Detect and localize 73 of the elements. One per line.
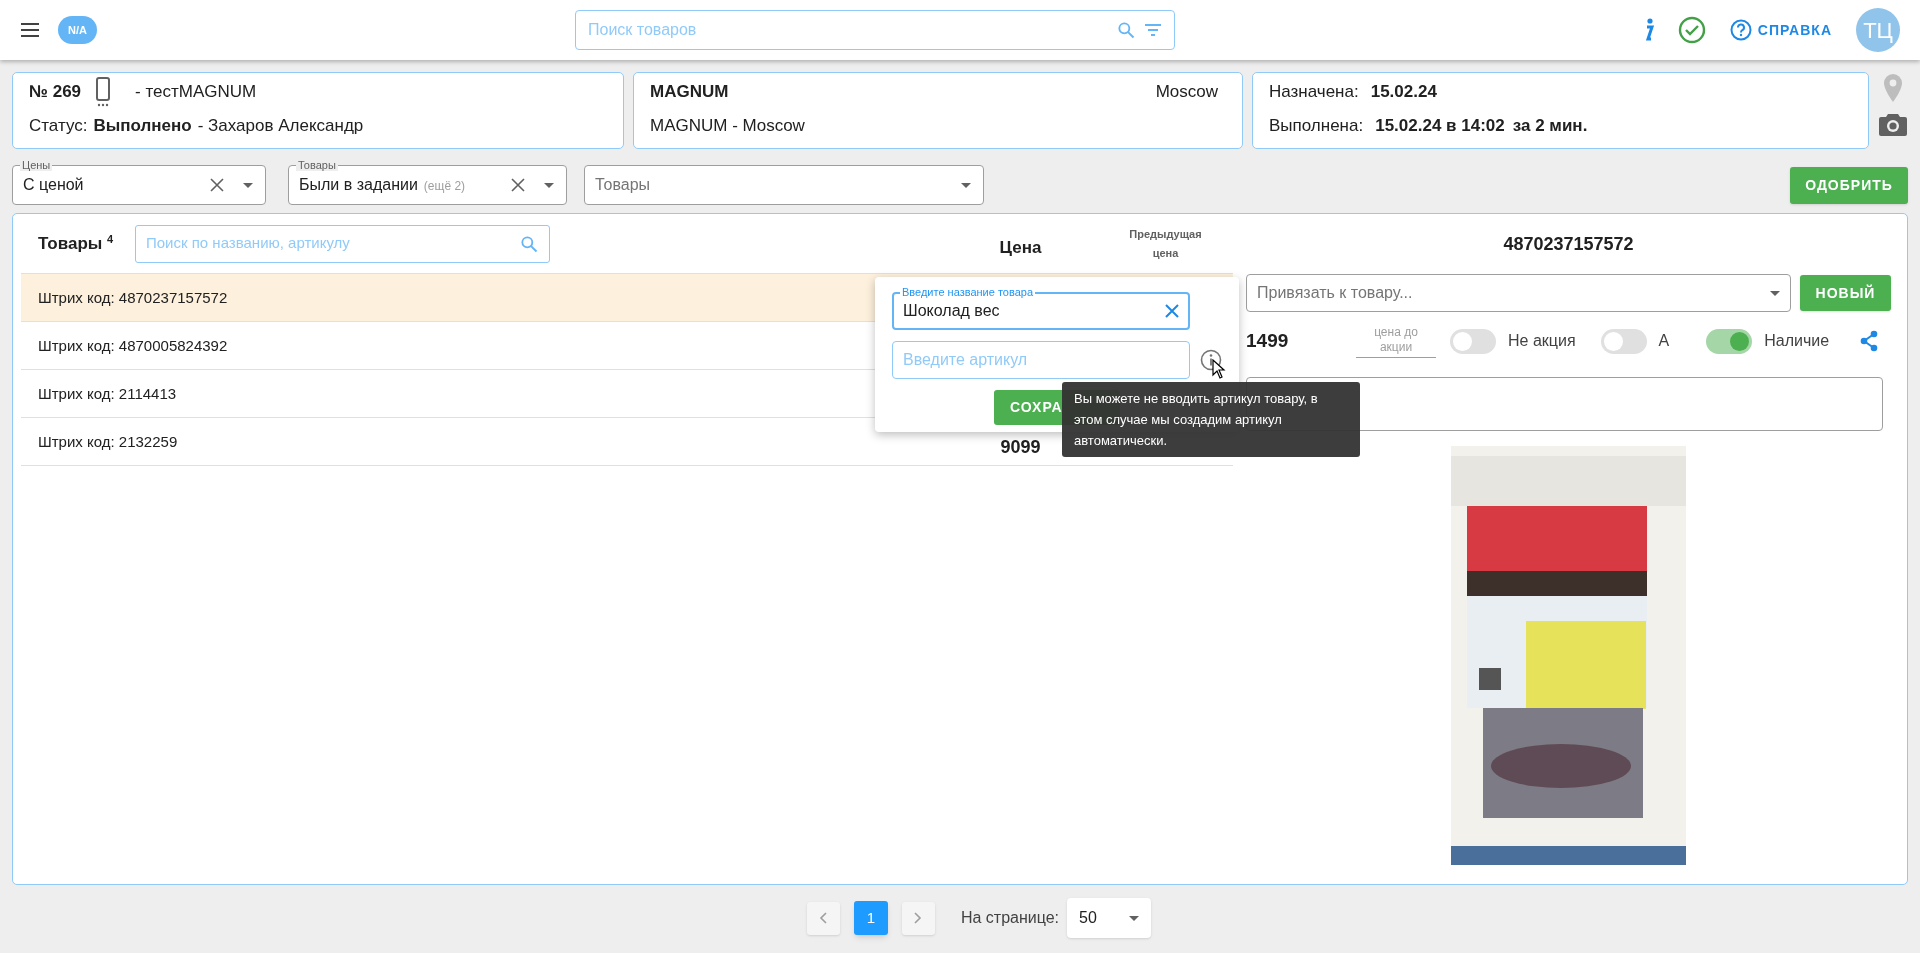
- cursor-icon: [1212, 359, 1226, 379]
- search-placeholder: Поиск по названию, артикулу: [146, 233, 351, 254]
- search-placeholder: Поиск товаров: [588, 20, 698, 40]
- dropdown-caret-icon[interactable]: [1129, 915, 1140, 921]
- new-button[interactable]: НОВЫЙ: [1800, 275, 1891, 311]
- duration: за 2 мин.: [1512, 115, 1588, 137]
- price-text: 9099: [1000, 436, 1041, 459]
- menu-icon[interactable]: [20, 23, 40, 37]
- toggle-switch[interactable]: [1450, 328, 1496, 354]
- assigned-date: 15.02.24: [1370, 81, 1437, 104]
- check-circle-icon[interactable]: [1677, 16, 1706, 44]
- share-icon[interactable]: [1859, 330, 1879, 352]
- promo-price-field[interactable]: цена до акции: [1356, 324, 1436, 358]
- column-header: Предыдущая цена: [1128, 226, 1203, 261]
- field-placeholder: Введите артикул: [903, 350, 1028, 370]
- link-product-select[interactable]: Привязать к товару...: [1246, 274, 1791, 312]
- help-button[interactable]: СПРАВКА: [1729, 19, 1832, 41]
- detail-barcode: 4870237157572: [1503, 232, 1634, 256]
- page-button[interactable]: 1: [853, 901, 888, 935]
- per-page-select[interactable]: 50: [1067, 898, 1152, 938]
- dropdown-caret-icon[interactable]: [544, 182, 554, 188]
- tooltip: Вы можете не вводить артикул товару, в этом случае мы создадим артикул автоматически.: [1062, 382, 1360, 457]
- products-title: Товары $^{4}$: [38, 232, 115, 255]
- toggle-label: Наличие: [1764, 331, 1830, 351]
- toggle-label: Не акция: [1508, 331, 1576, 351]
- search-icon[interactable]: [1116, 20, 1136, 40]
- dropdown-caret-icon[interactable]: [961, 182, 971, 188]
- field-value: Шоколад вес: [903, 301, 1001, 321]
- clear-icon[interactable]: [510, 177, 526, 193]
- column-header: Цена: [999, 236, 1042, 259]
- info-circle-icon[interactable]: [1200, 349, 1222, 371]
- status-value: Выполнено: [93, 115, 192, 137]
- filter-select[interactable]: Товары: [584, 165, 984, 205]
- filter-value: Были в задании: [299, 175, 418, 195]
- toggle-label: А: [1658, 331, 1670, 351]
- per-page-label: На странице:: [960, 908, 1060, 928]
- filter-icon[interactable]: [1144, 23, 1162, 37]
- toggle-switch[interactable]: [1600, 328, 1647, 354]
- search-icon[interactable]: [519, 233, 539, 254]
- chevron-right-icon[interactable]: [914, 912, 923, 924]
- store-name: MAGNUM: [650, 81, 729, 104]
- phone-icon: [95, 77, 112, 107]
- store-city: Moscow: [1155, 81, 1219, 104]
- assigned-label: Назначена:: [1269, 81, 1359, 104]
- task-device: - тестMAGNUM: [135, 81, 257, 104]
- clear-icon[interactable]: [209, 177, 225, 193]
- toggle-switch[interactable]: [1706, 328, 1753, 354]
- chevron-left-icon[interactable]: [819, 912, 828, 924]
- status-label: Статус:: [29, 115, 88, 137]
- approve-button[interactable]: ОДОБРИТЬ: [1790, 166, 1908, 204]
- done-date: 15.02.24 в 14:02: [1375, 115, 1505, 137]
- status-badge: N/A: [58, 15, 97, 45]
- filter-extra: (ещё 2): [423, 178, 466, 195]
- dropdown-caret-icon[interactable]: [1770, 290, 1780, 296]
- camera-icon[interactable]: [1879, 112, 1907, 136]
- barcode-text: Штрих код: 2132259: [38, 432, 178, 450]
- detail-price: 1499: [1246, 328, 1290, 353]
- barcode-text: Штрих код: 4870005824392: [38, 336, 228, 354]
- filter-value: С ценой: [23, 175, 84, 195]
- done-label: Выполнена:: [1269, 115, 1364, 137]
- filter-label: Товары: [296, 159, 338, 171]
- help-icon[interactable]: [1729, 19, 1752, 41]
- clear-icon[interactable]: [1165, 304, 1179, 318]
- dropdown-caret-icon[interactable]: [243, 182, 253, 188]
- filter-label: Цены: [20, 159, 53, 171]
- filter-placeholder: Товары: [595, 175, 651, 195]
- task-number: № 269: [29, 81, 82, 104]
- store-address: MAGNUM - Moscow: [650, 115, 806, 137]
- assignee-name: - Захаров Александр: [197, 115, 364, 137]
- link-placeholder: Привязать к товару...: [1257, 283, 1414, 303]
- field-label: Введите название товара: [900, 285, 1036, 299]
- barcode-text: Штрих код: 4870237157572: [38, 288, 228, 306]
- barcode-text: Штрих код: 2114413: [38, 384, 177, 402]
